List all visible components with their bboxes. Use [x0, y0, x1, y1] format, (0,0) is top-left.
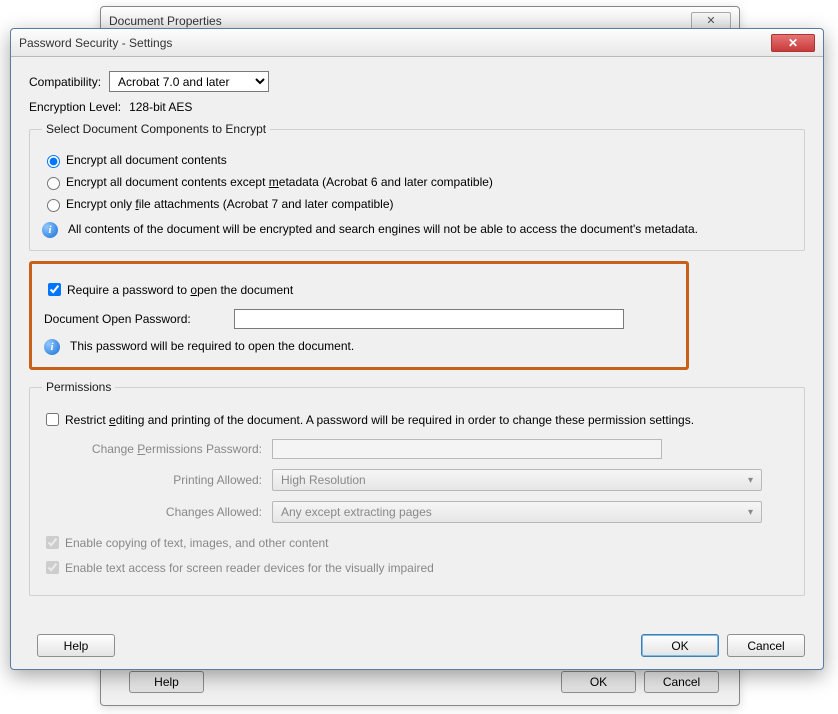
encryption-level-label: Encryption Level: [29, 100, 121, 114]
bg-help-button[interactable]: Help [129, 671, 204, 693]
changes-allowed-label: Changes Allowed: [42, 505, 272, 519]
compatibility-row: Compatibility: Acrobat 7.0 and later [29, 71, 805, 92]
bg-title: Document Properties [109, 14, 691, 28]
radio-encrypt-except-metadata[interactable] [47, 177, 60, 190]
change-permissions-password-input [272, 439, 662, 459]
radio-encrypt-all-label[interactable]: Encrypt all document contents [66, 153, 227, 167]
radio-encrypt-file-attachments-row: Encrypt only file attachments (Acrobat 7… [42, 196, 792, 212]
radio-encrypt-all-row: Encrypt all document contents [42, 152, 792, 168]
printing-allowed-label: Printing Allowed: [42, 473, 272, 487]
require-password-highlight: Require a password to open the document … [29, 261, 689, 370]
change-permissions-password-label: Change Permissions Password: [42, 442, 272, 456]
radio-encrypt-except-metadata-row: Encrypt all document contents except met… [42, 174, 792, 190]
restrict-editing-checkbox[interactable] [46, 413, 59, 426]
document-open-password-input[interactable] [234, 309, 624, 329]
encrypt-components-group: Select Document Components to Encrypt En… [29, 122, 805, 251]
encryption-level-row: Encryption Level: 128-bit AES [29, 100, 805, 114]
printing-allowed-row: Printing Allowed: High Resolution [42, 469, 792, 491]
restrict-editing-row: Restrict editing and printing of the doc… [42, 410, 792, 429]
restrict-editing-label[interactable]: Restrict editing and printing of the doc… [65, 413, 694, 427]
enable-copying-label: Enable copying of text, images, and othe… [65, 536, 329, 550]
open-password-info-text: This password will be required to open t… [70, 339, 354, 353]
dialog-body: Compatibility: Acrobat 7.0 and later Enc… [11, 57, 823, 616]
close-icon: ✕ [706, 14, 715, 27]
info-icon: i [44, 339, 60, 355]
ok-button[interactable]: OK [641, 634, 719, 657]
change-permissions-password-row: Change Permissions Password: [42, 439, 792, 459]
enable-screen-reader-row: Enable text access for screen reader dev… [42, 558, 792, 577]
dialog-close-button[interactable]: ✕ [771, 34, 815, 52]
bg-cancel-button[interactable]: Cancel [644, 671, 719, 693]
radio-encrypt-file-attachments-label[interactable]: Encrypt only file attachments (Acrobat 7… [66, 197, 394, 211]
radio-encrypt-file-attachments[interactable] [47, 199, 60, 212]
radio-encrypt-all[interactable] [47, 155, 60, 168]
permissions-legend: Permissions [42, 380, 115, 394]
require-open-password-checkbox[interactable] [48, 283, 61, 296]
printing-allowed-select: High Resolution [272, 469, 762, 491]
encryption-level-value: 128-bit AES [129, 100, 192, 114]
dialog-footer: Help OK Cancel [29, 634, 805, 657]
info-icon: i [42, 222, 58, 238]
enable-screen-reader-checkbox [46, 561, 59, 574]
document-open-password-label: Document Open Password: [44, 312, 234, 326]
radio-encrypt-except-metadata-label[interactable]: Encrypt all document contents except met… [66, 175, 493, 189]
enable-copying-row: Enable copying of text, images, and othe… [42, 533, 792, 552]
bg-button-row: Help OK Cancel [101, 671, 739, 693]
bg-close-button[interactable]: ✕ [691, 12, 731, 30]
encrypt-info-text: All contents of the document will be enc… [68, 222, 698, 236]
require-open-password-label[interactable]: Require a password to open the document [67, 283, 293, 297]
fg-titlebar: Password Security - Settings ✕ [11, 29, 823, 57]
close-icon: ✕ [788, 36, 798, 50]
dialog-title: Password Security - Settings [19, 36, 771, 50]
enable-screen-reader-label: Enable text access for screen reader dev… [65, 561, 434, 575]
changes-allowed-select: Any except extracting pages [272, 501, 762, 523]
require-open-password-row: Require a password to open the document [44, 280, 674, 299]
permissions-group: Permissions Restrict editing and printin… [29, 380, 805, 596]
enable-copying-checkbox [46, 536, 59, 549]
open-password-info-row: i This password will be required to open… [44, 339, 674, 355]
document-open-password-row: Document Open Password: [44, 309, 674, 329]
encrypt-components-legend: Select Document Components to Encrypt [42, 122, 270, 136]
cancel-button[interactable]: Cancel [727, 634, 805, 657]
changes-allowed-row: Changes Allowed: Any except extracting p… [42, 501, 792, 523]
encrypt-info-row: i All contents of the document will be e… [42, 222, 792, 238]
help-button[interactable]: Help [37, 634, 115, 657]
bg-ok-button[interactable]: OK [561, 671, 636, 693]
compatibility-select[interactable]: Acrobat 7.0 and later [109, 71, 269, 92]
compatibility-label: Compatibility: [29, 75, 101, 89]
password-security-dialog: Password Security - Settings ✕ Compatibi… [10, 28, 824, 670]
